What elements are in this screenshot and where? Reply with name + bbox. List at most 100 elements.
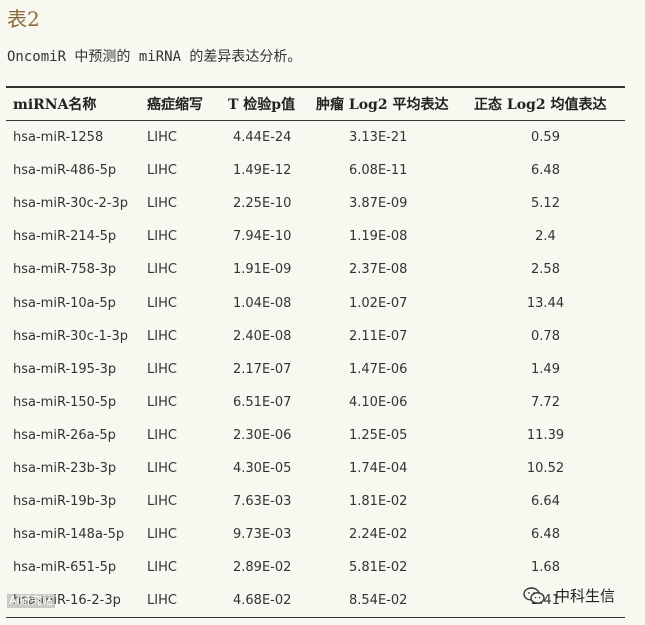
document-page: 表2 OncomiR 中预测的 miRNA 的差异表达分析。 miRNA名称 癌… <box>0 0 645 625</box>
watermark-right: 中科生信 <box>523 585 615 606</box>
cell-normal-log2-mean: 0.59 <box>531 130 560 146</box>
cell-tumor-log2-mean: 1.02E-07 <box>349 295 408 311</box>
cell-tumor-log2-mean: 8.54E-02 <box>349 593 408 609</box>
cell-t-test-p: 2.40E-08 <box>233 328 292 344</box>
cell-normal-log2-mean: 6.48 <box>531 163 560 179</box>
cell-t-test-p: 7.94E-10 <box>233 229 292 245</box>
table-row: hsa-miR-651-5p LIHC 2.89E-02 5.81E-02 1.68 <box>6 551 625 584</box>
mirna-expression-table: miRNA名称 癌症缩写 T 检验p值 肿瘤 Log2 平均表达 正态 Log2… <box>6 86 625 618</box>
table-row: hsa-miR-30c-1-3p LIHC 2.40E-08 2.11E-07 0.78 <box>6 320 625 353</box>
table-row: hsa-miR-26a-5p LIHC 2.30E-06 1.25E-05 11.39 <box>6 419 625 452</box>
cell-cancer-abbrev: LIHC <box>147 163 177 179</box>
header-t-test-p: T 检验p值 <box>228 97 296 113</box>
cell-normal-log2-mean: 1.49 <box>531 361 560 377</box>
cell-cancer-abbrev: LIHC <box>147 460 177 476</box>
cell-tumor-log2-mean: 1.74E-04 <box>349 460 408 476</box>
cell-normal-log2-mean: 2.4 <box>535 229 556 245</box>
cell-normal-log2-mean: 2.58 <box>531 262 560 278</box>
cell-tumor-log2-mean: 3.87E-09 <box>349 196 408 212</box>
cell-cancer-abbrev: LIHC <box>147 328 177 344</box>
cell-mirna-name: hsa-miR-23b-3p <box>13 460 117 476</box>
cell-mirna-name: hsa-miR-10a-5p <box>13 295 116 311</box>
cell-cancer-abbrev: LIHC <box>147 229 177 245</box>
table-row: hsa-miR-486-5p LIHC 1.49E-12 6.08E-11 6.48 <box>6 154 625 187</box>
cell-t-test-p: 1.91E-09 <box>233 262 292 278</box>
cell-tumor-log2-mean: 3.13E-21 <box>349 130 408 146</box>
table-row: hsa-miR-150-5p LIHC 6.51E-07 4.10E-06 7.72 <box>6 386 625 419</box>
cell-t-test-p: 9.73E-03 <box>233 527 292 543</box>
cell-normal-log2-mean: 1.68 <box>531 560 560 576</box>
table-row: hsa-miR-1258 LIHC 4.44E-24 3.13E-21 0.59 <box>6 121 625 155</box>
cell-mirna-name: hsa-miR-651-5p <box>13 560 117 576</box>
cell-t-test-p: 7.63E-03 <box>233 494 292 510</box>
cell-mirna-name: hsa-miR-30c-1-3p <box>13 328 129 344</box>
cell-cancer-abbrev: LIHC <box>147 361 177 377</box>
cell-mirna-name: hsa-miR-19b-3p <box>13 494 117 510</box>
cell-tumor-log2-mean: 1.25E-05 <box>349 427 408 443</box>
cell-mirna-name: hsa-miR-214-5p <box>13 229 117 245</box>
table-header-row: miRNA名称 癌症缩写 T 检验p值 肿瘤 Log2 平均表达 正态 Log2… <box>6 87 625 121</box>
cell-normal-log2-mean: 6.64 <box>531 494 560 510</box>
cell-t-test-p: 4.68E-02 <box>233 593 292 609</box>
table-row: hsa-miR-19b-3p LIHC 7.63E-03 1.81E-02 6.64 <box>6 485 625 518</box>
cell-tumor-log2-mean: 4.10E-06 <box>349 394 408 410</box>
cell-mirna-name: hsa-miR-195-3p <box>13 361 117 377</box>
cell-normal-log2-mean: 0.78 <box>531 328 560 344</box>
cell-normal-log2-mean: 10.52 <box>526 460 565 476</box>
cell-normal-log2-mean: 7.72 <box>531 394 560 410</box>
cell-cancer-abbrev: LIHC <box>147 394 177 410</box>
cell-normal-log2-mean: 6.48 <box>531 527 560 543</box>
cell-cancer-abbrev: LIHC <box>147 196 177 212</box>
header-tumor-log2-mean: 肿瘤 Log2 平均表达 <box>316 97 449 113</box>
cell-cancer-abbrev: LIHC <box>147 560 177 576</box>
cell-mirna-name: hsa-miR-758-3p <box>13 262 117 278</box>
cell-cancer-abbrev: LIHC <box>147 593 177 609</box>
cell-mirna-name: hsa-miR-1258 <box>13 130 104 146</box>
cell-t-test-p: 2.30E-06 <box>233 427 292 443</box>
cell-t-test-p: 2.25E-10 <box>233 196 292 212</box>
header-cancer-abbrev: 癌症缩写 <box>147 97 203 113</box>
cell-mirna-name: hsa-miR-30c-2-3p <box>13 196 129 212</box>
table-row: hsa-miR-148a-5p LIHC 9.73E-03 2.24E-02 6.48 <box>6 518 625 551</box>
header-mirna-name: miRNA名称 <box>13 97 97 113</box>
cell-cancer-abbrev: LIHC <box>147 527 177 543</box>
header-normal-log2-mean: 正态 Log2 均值表达 <box>474 97 607 113</box>
cell-mirna-name: hsa-miR-26a-5p <box>13 427 116 443</box>
table-row: hsa-miR-30c-2-3p LIHC 2.25E-10 3.87E-09 5.12 <box>6 187 625 220</box>
cell-cancer-abbrev: LIHC <box>147 494 177 510</box>
cell-t-test-p: 2.89E-02 <box>233 560 292 576</box>
wechat-icon <box>523 586 545 604</box>
watermark-left: AI研究站 <box>7 594 55 608</box>
cell-t-test-p: 4.44E-24 <box>233 130 292 146</box>
cell-normal-log2-mean: 11.39 <box>526 427 565 443</box>
cell-t-test-p: 1.04E-08 <box>233 295 292 311</box>
table-row: hsa-miR-195-3p LIHC 2.17E-07 1.47E-06 1.49 <box>6 353 625 386</box>
cell-cancer-abbrev: LIHC <box>147 130 177 146</box>
cell-tumor-log2-mean: 2.11E-07 <box>349 328 408 344</box>
cell-tumor-log2-mean: 2.24E-02 <box>349 527 408 543</box>
cell-tumor-log2-mean: 5.81E-02 <box>349 560 408 576</box>
watermark-right-label: 中科生信 <box>555 587 616 605</box>
cell-mirna-name: hsa-miR-148a-5p <box>13 527 125 543</box>
cell-cancer-abbrev: LIHC <box>147 427 177 443</box>
cell-normal-log2-mean: 5.12 <box>531 196 560 212</box>
cell-tumor-log2-mean: 6.08E-11 <box>349 163 408 179</box>
cell-cancer-abbrev: LIHC <box>147 295 177 311</box>
cell-normal-log2-mean: 13.44 <box>526 295 565 311</box>
cell-tumor-log2-mean: 1.19E-08 <box>349 229 408 245</box>
cell-tumor-log2-mean: 1.47E-06 <box>349 361 408 377</box>
table-caption-description: OncomiR 中预测的 miRNA 的差异表达分析。 <box>7 49 302 65</box>
cell-mirna-name: hsa-miR-150-5p <box>13 394 117 410</box>
table-row: hsa-miR-758-3p LIHC 1.91E-09 2.37E-08 2.58 <box>6 253 625 286</box>
table-caption-title: 表2 <box>7 7 40 31</box>
cell-t-test-p: 1.49E-12 <box>233 163 292 179</box>
table-row: hsa-miR-214-5p LIHC 7.94E-10 1.19E-08 2.4 <box>6 220 625 253</box>
table-row: hsa-miR-23b-3p LIHC 4.30E-05 1.74E-04 10.52 <box>6 452 625 485</box>
cell-t-test-p: 2.17E-07 <box>233 361 292 377</box>
cell-tumor-log2-mean: 1.81E-02 <box>349 494 408 510</box>
cell-t-test-p: 6.51E-07 <box>233 394 292 410</box>
cell-cancer-abbrev: LIHC <box>147 262 177 278</box>
cell-mirna-name: hsa-miR-486-5p <box>13 163 117 179</box>
cell-t-test-p: 4.30E-05 <box>233 460 292 476</box>
table-row: hsa-miR-10a-5p LIHC 1.04E-08 1.02E-07 13.44 <box>6 286 625 319</box>
